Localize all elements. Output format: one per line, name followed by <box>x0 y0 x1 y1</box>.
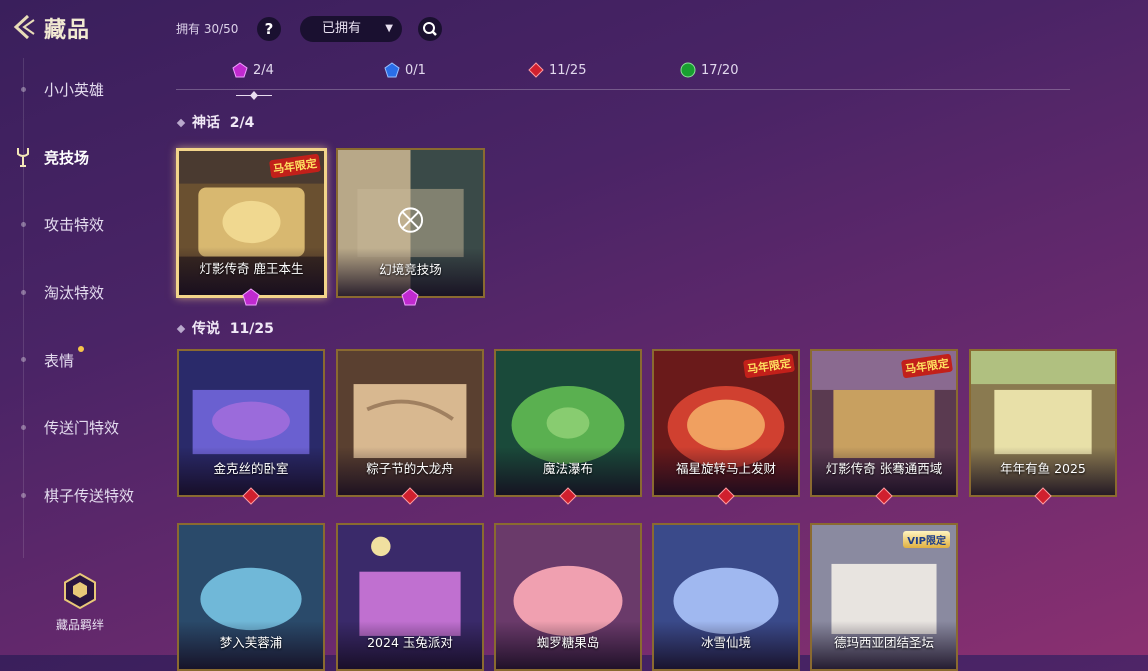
tab-epic-count: 0/1 <box>405 62 426 78</box>
search-button[interactable] <box>418 17 442 41</box>
tab-mythic-count: 2/4 <box>253 62 274 78</box>
card-name: 粽子节的大龙舟 <box>366 461 454 476</box>
mythic-gem-icon <box>232 62 248 78</box>
search-icon <box>423 22 437 36</box>
sidebar-line <box>23 58 24 558</box>
tab-divider <box>176 89 1070 90</box>
arena-card[interactable]: 粽子节的大龙舟 <box>336 349 484 497</box>
card-name: 2024 玉兔派对 <box>367 635 453 650</box>
arena-card[interactable]: 冰雪仙境 <box>652 523 800 671</box>
tab-epic[interactable]: 0/1 <box>384 62 426 78</box>
card-name: 灯影传奇 鹿王本生 <box>199 261 304 276</box>
card-name: 德玛西亚团结圣坛 <box>833 635 934 650</box>
nav-dot <box>21 425 26 430</box>
sidebar-item-portal-effects[interactable]: 传送门特效 <box>44 417 119 438</box>
diamond-bullet-icon <box>176 118 186 128</box>
arena-card[interactable]: 马年限定 灯影传奇 鹿王本生 <box>176 148 327 298</box>
arena-card[interactable]: 马年限定 灯影传奇 张骞通西域 <box>810 349 958 497</box>
rare-gem-icon <box>680 62 696 78</box>
hexagon-icon <box>61 572 99 610</box>
mythic-gem-icon <box>242 288 260 306</box>
tab-rare[interactable]: 17/20 <box>680 62 738 78</box>
back-arrow-icon[interactable] <box>10 12 38 42</box>
card-name: 魔法瀑布 <box>542 461 593 476</box>
card-name: 年年有鱼 2025 <box>1000 461 1086 476</box>
arena-card[interactable]: 金克丝的卧室 <box>177 349 325 497</box>
card-name: 灯影传奇 张骞通西域 <box>825 461 943 476</box>
epic-gem-icon <box>384 62 400 78</box>
collection-bonds-label: 藏品羁绊 <box>55 618 104 632</box>
arena-card[interactable]: 2024 玉兔派对 <box>336 523 484 671</box>
sidebar-item-attack-effects[interactable]: 攻击特效 <box>44 214 104 235</box>
nav-dot <box>21 493 26 498</box>
legendary-gem-icon <box>875 487 893 505</box>
card-name: 冰雪仙境 <box>700 635 751 650</box>
legendary-gem-icon <box>401 487 419 505</box>
filter-value: 已拥有 <box>322 21 362 36</box>
new-badge <box>78 346 84 352</box>
sidebar-item-arena[interactable]: 竞技场 <box>44 147 89 168</box>
filter-dropdown[interactable]: 已拥有 ▼ <box>300 16 402 42</box>
legendary-gem-icon <box>242 487 260 505</box>
tab-rare-count: 17/20 <box>701 62 739 78</box>
nav-dot <box>21 87 26 92</box>
arena-card[interactable]: 幻境竞技场 <box>336 148 485 298</box>
card-name: 幻境竞技场 <box>379 262 442 277</box>
legendary-gem-icon <box>1034 487 1052 505</box>
rarity-tabs: 2/4 0/1 11/25 17/20 <box>176 62 1070 92</box>
nav-dot <box>21 222 26 227</box>
collection-bonds-button[interactable]: 藏品羁绊 <box>50 572 110 633</box>
sidebar-item-elimination-effects[interactable]: 淘汰特效 <box>44 282 104 303</box>
card-name: 梦入芙蓉浦 <box>219 635 283 650</box>
sidebar-item-little-legends[interactable]: 小小英雄 <box>44 79 104 100</box>
vip-limited-tag: VIP限定 <box>903 531 950 548</box>
nav-dot <box>21 290 26 295</box>
tab-mythic[interactable]: 2/4 <box>232 62 274 78</box>
diamond-bullet-icon <box>176 324 186 334</box>
card-name: 蜘罗糖果岛 <box>536 635 600 650</box>
help-button[interactable]: ? <box>257 17 281 41</box>
mythic-gem-icon <box>401 288 419 306</box>
tab-legendary[interactable]: 11/25 <box>528 62 586 78</box>
arena-card[interactable]: 梦入芙蓉浦 <box>177 523 325 671</box>
card-name: 金克丝的卧室 <box>213 461 289 476</box>
nav-dot <box>21 357 26 362</box>
arena-card[interactable]: 马年限定 福星旋转马上发财 <box>652 349 800 497</box>
legendary-gem-icon <box>717 487 735 505</box>
section-mythic-header: 神话 2/4 <box>176 112 254 132</box>
active-tab-indicator <box>236 85 272 100</box>
arena-card[interactable]: 蜘罗糖果岛 <box>494 523 642 671</box>
card-name: 福星旋转马上发财 <box>675 461 776 476</box>
arena-card[interactable]: 年年有鱼 2025 <box>969 349 1117 497</box>
section-legendary-header: 传说 11/25 <box>176 318 274 338</box>
legendary-gem-icon <box>559 487 577 505</box>
page-title: 藏品 <box>44 18 91 43</box>
sidebar-item-unit-teleport-effects[interactable]: 棋子传送特效 <box>44 485 134 506</box>
arena-card[interactable]: VIP限定 德玛西亚团结圣坛 <box>810 523 958 671</box>
owned-count: 拥有 30/50 <box>176 22 239 36</box>
tab-legendary-count: 11/25 <box>549 62 587 78</box>
legendary-gem-icon <box>528 62 544 78</box>
sidebar-item-emotes[interactable]: 表情 <box>44 350 74 371</box>
arena-card[interactable]: 魔法瀑布 <box>494 349 642 497</box>
arena-active-icon <box>16 146 30 168</box>
chevron-down-icon: ▼ <box>385 23 393 34</box>
